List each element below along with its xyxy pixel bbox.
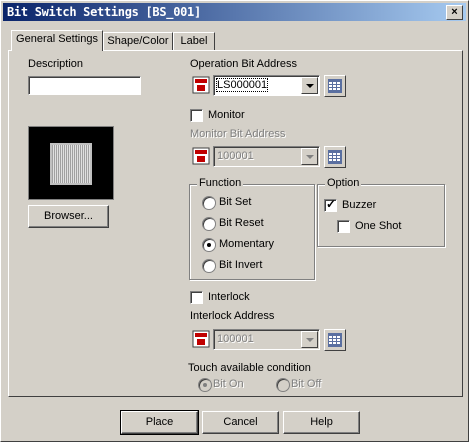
radio-bit-invert[interactable] [202,259,216,273]
chevron-down-icon[interactable] [301,148,318,165]
interlock-address-combo[interactable]: 100001 [213,329,320,350]
touch-condition-label: Touch available condition [188,362,311,374]
monitor-address-combo[interactable]: 100001 [213,146,320,167]
monitor-address-input-icon[interactable] [191,146,211,166]
keypad-icon[interactable] [324,329,346,351]
tab-shape-color-label: Shape/Color [107,35,169,47]
monitor-address-label: Monitor Bit Address [190,128,286,140]
interlock-address-input-icon[interactable] [191,329,211,349]
interlock-checkbox[interactable] [190,291,203,304]
browser-button[interactable]: Browser... [28,205,109,228]
radio-bit-off-label: Bit Off [291,378,322,390]
operation-address-combo[interactable]: LS000001 [213,75,320,96]
radio-momentary[interactable] [202,238,216,252]
radio-bit-reset-label: Bit Reset [219,217,264,229]
checkmark-icon: ✓ [326,197,337,211]
monitor-label: Monitor [208,109,245,121]
description-input[interactable] [28,76,141,95]
radio-momentary-label: Momentary [219,238,275,250]
tab-shape-color[interactable]: Shape/Color [103,32,173,51]
address-input-icon[interactable] [191,75,211,95]
place-button[interactable]: Place [120,410,199,435]
close-button[interactable]: × [446,5,463,20]
chevron-down-icon[interactable] [301,77,318,94]
buzzer-label: Buzzer [342,199,377,211]
interlock-address-value: 100001 [217,333,254,345]
chevron-down-icon[interactable] [301,331,318,348]
title-bar[interactable]: Bit Switch Settings [BS_001] × [3,3,466,21]
radio-bit-set[interactable] [202,196,216,210]
radio-bit-invert-label: Bit Invert [219,259,263,271]
switch-preview [28,126,114,200]
radio-bit-off[interactable] [276,378,290,392]
radio-bit-set-label: Bit Set [219,196,252,208]
help-button[interactable]: Help [283,411,360,434]
option-group-title: Option [325,177,362,189]
radio-selected-dot [207,243,211,247]
one-shot-label: One Shot [355,220,402,232]
window-title: Bit Switch Settings [BS_001] [7,5,201,19]
monitor-address-value: 100001 [217,150,254,162]
tab-general-settings-label: General Settings [16,33,98,45]
operation-address-value: LS000001 [215,78,269,92]
buzzer-checkbox[interactable]: ✓ [324,197,337,212]
radio-bit-on-label: Bit On [213,378,244,390]
function-group-title: Function [197,177,244,189]
dialog-window: Bit Switch Settings [BS_001] × General S… [0,0,469,442]
interlock-address-label: Interlock Address [190,310,275,322]
description-label: Description [28,58,84,70]
interlock-label: Interlock [208,291,250,303]
radio-bit-on[interactable] [198,378,212,392]
tab-general-settings[interactable]: General Settings [11,30,103,51]
tab-label[interactable]: Label [173,32,215,51]
monitor-checkbox[interactable] [190,109,203,122]
radio-selected-dot [203,383,207,387]
tab-label-label: Label [180,35,208,47]
switch-preview-shape [50,143,92,185]
radio-bit-reset[interactable] [202,217,216,231]
one-shot-checkbox[interactable] [337,220,350,233]
keypad-icon[interactable] [324,146,346,168]
keypad-icon[interactable] [324,75,346,97]
cancel-button[interactable]: Cancel [202,411,279,434]
option-group: Option [317,177,445,247]
operation-address-label: Operation Bit Address [190,58,298,70]
